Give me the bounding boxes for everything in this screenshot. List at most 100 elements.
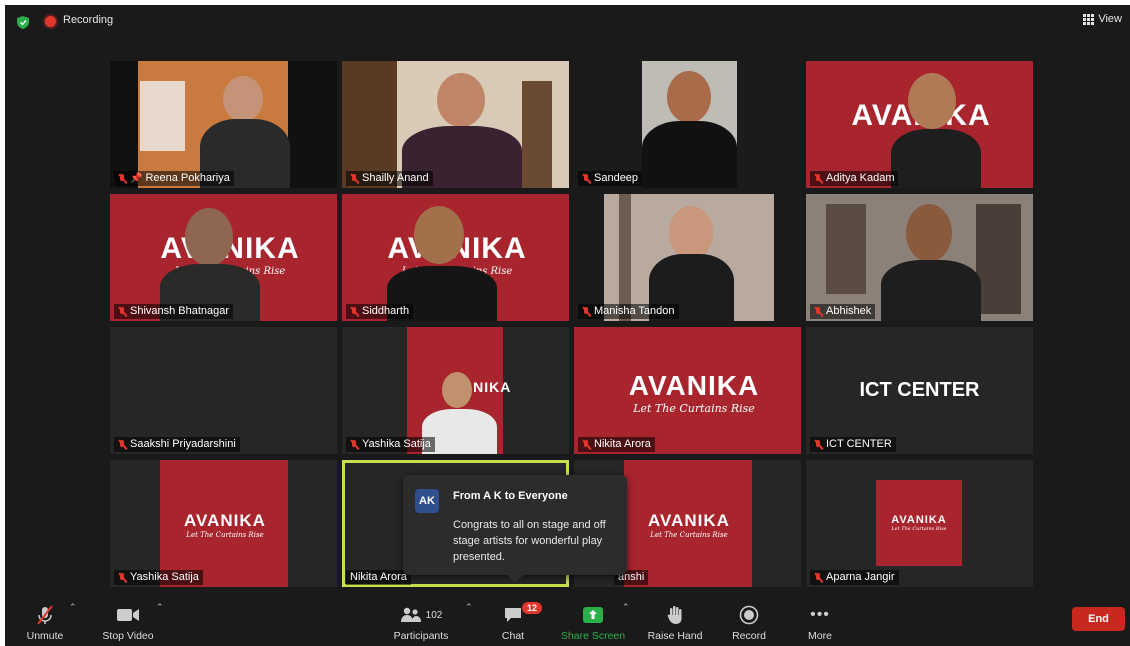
share-screen-button[interactable]: Share Screen — [558, 598, 628, 646]
mic-muted-icon — [118, 572, 127, 583]
curtain — [619, 194, 631, 321]
end-meeting-button[interactable]: End — [1072, 607, 1125, 631]
avanika-logo: AVANIKA Let The Curtains Rise — [628, 369, 760, 415]
zoom-meeting-window: Recording View 📌 Reena Pokhariya Shailly… — [5, 5, 1130, 646]
avanika-logo: AVANIKA Let The Curtains Rise — [184, 511, 266, 539]
share-screen-icon — [583, 607, 603, 623]
chat-notification-popup[interactable]: AK From A K to Everyone Congrats to all … — [403, 475, 627, 583]
participant-name-tag: 📌 Reena Pokhariya — [114, 171, 234, 186]
participant-name: ICT CENTER — [826, 438, 892, 450]
participant-name-tag: Abhishek — [810, 304, 876, 319]
video-tile[interactable]: AVANIKA Let The Curtains Rise Siddharth — [342, 194, 569, 321]
participant-name: Yashika Satija — [362, 438, 431, 450]
wooden-shelf — [342, 61, 397, 188]
participant-name-tag: Yashika Satija — [114, 570, 203, 585]
sender-avatar: AK — [415, 489, 439, 513]
unmute-button[interactable]: Unmute — [19, 598, 71, 646]
participant-name-tag: Manisha Tandon — [578, 304, 679, 319]
mic-muted-icon — [350, 306, 359, 317]
participant-name-tag: Sandeep — [578, 171, 643, 186]
video-tile[interactable]: Shailly Anand — [342, 61, 569, 188]
video-tile[interactable]: AVANIKA Let The Curtains Rise Aparna Jan… — [806, 460, 1033, 587]
avanika-logo: AVANIKA Let The Curtains Rise — [648, 511, 730, 539]
mic-muted-icon — [582, 439, 591, 450]
stop-video-label: Stop Video — [102, 630, 154, 642]
view-button[interactable]: View — [1083, 13, 1122, 25]
ict-center-display-name: ICT CENTER — [859, 379, 980, 401]
video-camera-icon — [117, 609, 139, 621]
video-tile[interactable]: Abhishek — [806, 194, 1033, 321]
participant-count: 102 — [425, 609, 443, 621]
video-tile[interactable]: AVANIKA Aditya Kadam — [806, 61, 1033, 188]
unmute-label: Unmute — [26, 630, 64, 642]
participants-icon — [400, 607, 421, 622]
participant-name-tag: Nikita Arora — [346, 570, 411, 585]
participant-name: Siddharth — [362, 305, 410, 317]
mic-muted-icon — [118, 439, 127, 450]
participant-name-tag: ICT CENTER — [810, 437, 896, 452]
more-label: More — [808, 630, 832, 642]
participant-name: Nikita Arora — [350, 571, 407, 583]
grid-view-icon — [1083, 13, 1095, 25]
shield-icon[interactable] — [17, 16, 29, 29]
meeting-top-bar: Recording View — [5, 5, 1130, 39]
chat-message-text: Congrats to all on stage and off stage a… — [453, 519, 606, 563]
participants-button[interactable]: 102 Participants — [390, 598, 452, 646]
participant-name-tag: Shailly Anand — [346, 171, 433, 186]
stop-video-button[interactable]: Stop Video — [97, 598, 159, 646]
participant-name: Manisha Tandon — [594, 305, 675, 317]
share-options-chevron-up-icon[interactable]: ⌃ — [622, 602, 630, 613]
pin-icon: 📌 — [130, 173, 143, 184]
mic-muted-icon — [582, 173, 591, 184]
mic-muted-icon — [814, 439, 823, 450]
participant-name-tag: Aparna Jangir — [810, 570, 899, 585]
mic-muted-icon — [814, 173, 823, 184]
avanika-logo: AVANIKA Let The Curtains Rise — [891, 514, 947, 532]
participant-name: Nikita Arora — [594, 438, 651, 450]
participant-name: Abhishek — [826, 305, 872, 317]
video-tile[interactable]: ICT CENTER ICT CENTER — [806, 327, 1033, 454]
participant-name-tag: Shivansh Bhatnagar — [114, 304, 234, 319]
more-dots-icon: ••• — [810, 606, 830, 623]
participant-name: Sandeep — [594, 172, 639, 184]
participants-options-chevron-up-icon[interactable]: ⌃ — [465, 602, 473, 613]
chat-sender-label: From A K to Everyone — [453, 490, 568, 502]
record-button[interactable]: Record — [727, 598, 771, 646]
recording-label: Recording — [63, 14, 114, 26]
video-tile[interactable]: AVANIKA Let The Curtains Rise Shivansh B… — [110, 194, 337, 321]
mic-muted-icon — [582, 306, 591, 317]
microphone-muted-icon — [37, 605, 53, 625]
mic-muted-icon — [118, 173, 127, 184]
share-screen-label: Share Screen — [560, 630, 626, 642]
raise-hand-icon — [667, 606, 682, 624]
participant-name: Saakshi Priyadarshini — [130, 438, 236, 450]
door — [826, 204, 866, 294]
video-tile[interactable]: Saakshi Priyadarshini — [110, 327, 337, 454]
record-label: Record — [732, 630, 766, 642]
recording-indicator-icon — [45, 16, 56, 27]
participant-name-tag: Aditya Kadam — [810, 171, 899, 186]
participant-name: Reena Pokhariya — [145, 172, 230, 184]
mic-muted-icon — [350, 439, 359, 450]
video-tile[interactable]: Manisha Tandon — [574, 194, 801, 321]
audio-options-chevron-up-icon[interactable]: ⌃ — [69, 602, 77, 613]
video-tile[interactable]: 📌 Reena Pokhariya — [110, 61, 337, 188]
participant-name: Shailly Anand — [362, 172, 429, 184]
raise-hand-button[interactable]: Raise Hand — [645, 598, 705, 646]
participant-name: Aparna Jangir — [826, 571, 895, 583]
participant-name-tag: Nikita Arora — [578, 437, 655, 452]
view-label: View — [1098, 13, 1122, 25]
participant-name-tag: Siddharth — [346, 304, 414, 319]
window — [140, 81, 185, 151]
video-tile[interactable]: AVANIKA Let The Curtains Rise Yashika Sa… — [110, 460, 337, 587]
chat-bubble-icon — [505, 608, 521, 622]
video-options-chevron-up-icon[interactable]: ⌃ — [156, 602, 164, 613]
participant-name: Yashika Satija — [130, 571, 199, 583]
more-button[interactable]: ••• More — [803, 598, 837, 646]
door — [522, 81, 552, 188]
video-tile[interactable]: Sandeep — [574, 61, 801, 188]
video-tile[interactable]: AVANIKA Yashika Satija — [342, 327, 569, 454]
participant-name: Shivansh Bhatnagar — [130, 305, 230, 317]
video-tile[interactable]: AVANIKA Let The Curtains Rise Nikita Aro… — [574, 327, 801, 454]
record-icon — [739, 605, 759, 625]
